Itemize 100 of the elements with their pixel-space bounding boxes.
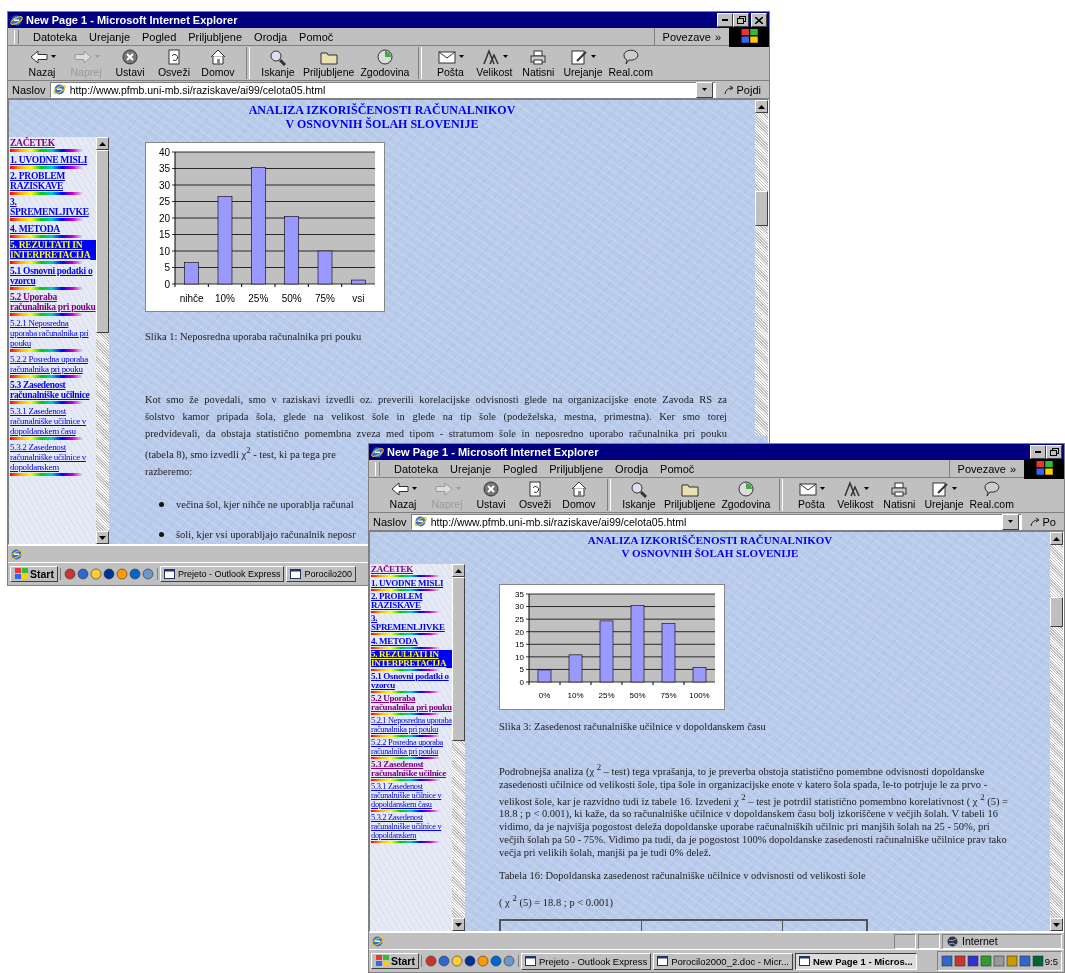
scroll-thumb[interactable]: [452, 577, 465, 741]
app-icon[interactable]: [450, 955, 463, 967]
app-icon[interactable]: [489, 955, 502, 967]
toolbar-button[interactable]: Nazaj: [381, 479, 425, 511]
nav-link[interactable]: 4. METODA: [10, 224, 60, 234]
nav-link[interactable]: 4. METODA: [371, 637, 418, 646]
nav-link[interactable]: 5.3.2 Zasedenost računalniške učilnice v dopoldanskem: [10, 442, 96, 472]
toolbar-button[interactable]: Iskanje: [617, 479, 661, 511]
toolbar-button[interactable]: Iskanje: [256, 47, 300, 79]
nav-link[interactable]: ZAČETEK: [371, 565, 413, 574]
go-button[interactable]: Pojdi: [719, 83, 765, 96]
dropdown-button[interactable]: [695, 81, 713, 98]
app-icon[interactable]: [102, 568, 115, 580]
toolbar-button[interactable]: Real.com: [966, 479, 1017, 511]
menu-item[interactable]: Pomoč: [293, 30, 340, 43]
menu-item[interactable]: Datoteka: [27, 30, 84, 43]
nav-link[interactable]: 5.3.1 Zasedenost računalniške učilnice v dopoldanskem času: [10, 406, 96, 436]
nav-link[interactable]: 5.2 Uporaba računalnika pri pouku: [371, 694, 452, 712]
toolbar-button[interactable]: Ustavi: [108, 47, 152, 79]
scroll-thumb[interactable]: [1050, 597, 1063, 628]
nav-link[interactable]: 5.1 Osnovni podatki o vzorcu: [10, 266, 96, 286]
start-button[interactable]: Start: [10, 566, 58, 582]
app-icon[interactable]: [463, 955, 476, 967]
menu-item[interactable]: Priljubljene: [182, 30, 249, 43]
address-field[interactable]: http://www.pfmb.uni-mb.si/raziskave/ai99/celota05.html: [410, 513, 1022, 530]
nav-link[interactable]: 5.3.1 Zasedenost računalniške učilnice v dopoldanskem času: [371, 782, 452, 809]
app-icon[interactable]: [141, 568, 154, 580]
toolbar-button[interactable]: Pošta: [428, 47, 473, 79]
nav-link[interactable]: 5.3 Zasedenost računalniške učilnice: [10, 380, 96, 400]
toolbar-button[interactable]: Zgodovina: [357, 47, 413, 79]
app-icon[interactable]: [502, 955, 515, 967]
nav-link[interactable]: 5.2.2 Posredna uporaba računalnika pri pouku: [10, 354, 96, 374]
start-button[interactable]: Start: [371, 953, 419, 969]
toolbar-button[interactable]: Urejanje: [560, 47, 606, 79]
nav-link[interactable]: 5.2.1 Neposredna uporaba računalnika pri pouku: [10, 318, 96, 348]
tray-icon[interactable]: [1031, 955, 1044, 967]
nav-link[interactable]: 5. REZULTATI IN INTERPRETACIJA: [371, 650, 452, 668]
menu-item[interactable]: Pomoč: [654, 462, 701, 475]
tray-icon[interactable]: [966, 955, 979, 967]
toolbar-button[interactable]: Domov: [196, 47, 240, 79]
toolbar-button[interactable]: Natisni: [877, 479, 922, 511]
toolbar-button[interactable]: Velikost: [472, 47, 517, 79]
toolbar-button[interactable]: Pošta: [789, 479, 834, 511]
toolbar-button[interactable]: Priljubljene: [661, 479, 719, 511]
menu-item[interactable]: Datoteka: [388, 462, 445, 475]
menu-item[interactable]: Pogled: [497, 462, 544, 475]
toolbar-button[interactable]: Natisni: [516, 47, 561, 79]
tray-icon[interactable]: [992, 955, 1005, 967]
task-button[interactable]: New Page 1 - Micros...: [794, 952, 917, 970]
nav-link[interactable]: 3. SPREMENLJIVKE: [371, 614, 452, 632]
minimize-button[interactable]: [717, 13, 733, 27]
toolbar-button[interactable]: Ustavi: [469, 479, 513, 511]
close-button[interactable]: [751, 13, 767, 27]
app-icon[interactable]: [63, 568, 76, 580]
nav-link[interactable]: 1. UVODNE MISLI: [371, 579, 444, 588]
address-field[interactable]: http://www.pfmb.uni-mb.si/raziskave/ai99/celota05.html: [49, 81, 716, 98]
toolbar-button[interactable]: Osveži: [152, 47, 196, 79]
task-button[interactable]: Prejeto - Outlook Express: [159, 566, 285, 582]
menu-item[interactable]: Pogled: [136, 30, 183, 43]
toolbar-button[interactable]: Priljubljene: [300, 47, 358, 79]
menu-item[interactable]: Urejanje: [444, 462, 497, 475]
dropdown-button[interactable]: [1001, 513, 1019, 530]
nav-link[interactable]: 2. PROBLEM RAZISKAVE: [10, 171, 96, 191]
nav-link[interactable]: 3. SPREMENLJIVKE: [10, 197, 96, 217]
task-button[interactable]: Porocilo200: [286, 566, 356, 582]
nav-link[interactable]: ZAČETEK: [10, 138, 55, 148]
app-icon[interactable]: [89, 568, 102, 580]
app-icon[interactable]: [76, 568, 89, 580]
tray-icon[interactable]: [1005, 955, 1018, 967]
menu-item[interactable]: Orodja: [248, 30, 294, 43]
toolbar-button[interactable]: Osveži: [513, 479, 557, 511]
nav-link[interactable]: 5.3 Zasedenost računalniške učilnice: [371, 760, 452, 778]
app-icon[interactable]: [424, 955, 437, 967]
app-icon[interactable]: [128, 568, 141, 580]
toolbar-button[interactable]: Domov: [557, 479, 601, 511]
tray-icon[interactable]: [940, 955, 953, 967]
menu-item[interactable]: Priljubljene: [543, 462, 610, 475]
maximize-button[interactable]: [1046, 445, 1062, 459]
scrollbar[interactable]: [452, 564, 465, 931]
scrollbar[interactable]: [1050, 532, 1063, 931]
nav-link[interactable]: 5.3.2 Zasedenost računalniške učilnice v dopoldanskem: [371, 813, 452, 840]
nav-link[interactable]: 5. REZULTATI IN INTERPRETACIJA: [10, 240, 96, 260]
tray-icon[interactable]: [1018, 955, 1031, 967]
go-button[interactable]: Po: [1025, 515, 1060, 528]
nav-link[interactable]: 5.2.1 Neposredna uporaba računalnika pri pouku: [371, 716, 452, 734]
toolbar-button[interactable]: Velikost: [833, 479, 878, 511]
task-button[interactable]: Porocilo2000_2.doc - Micr...: [653, 952, 793, 970]
maximize-button[interactable]: [733, 13, 749, 27]
minimize-button[interactable]: [1030, 445, 1046, 459]
nav-link[interactable]: 1. UVODNE MISLI: [10, 155, 88, 165]
tray-icon[interactable]: [953, 955, 966, 967]
scroll-thumb[interactable]: [755, 190, 768, 227]
toolbar-button[interactable]: Real.com: [605, 47, 656, 79]
menu-item[interactable]: Urejanje: [83, 30, 136, 43]
nav-link[interactable]: 5.2 Uporaba računalnika pri pouku: [10, 292, 96, 312]
toolbar-button[interactable]: Nazaj: [20, 47, 64, 79]
nav-link[interactable]: 5.1 Osnovni podatki o vzorcu: [371, 672, 452, 690]
menu-item[interactable]: Orodja: [609, 462, 655, 475]
app-icon[interactable]: [437, 955, 450, 967]
tray-icon[interactable]: [979, 955, 992, 967]
